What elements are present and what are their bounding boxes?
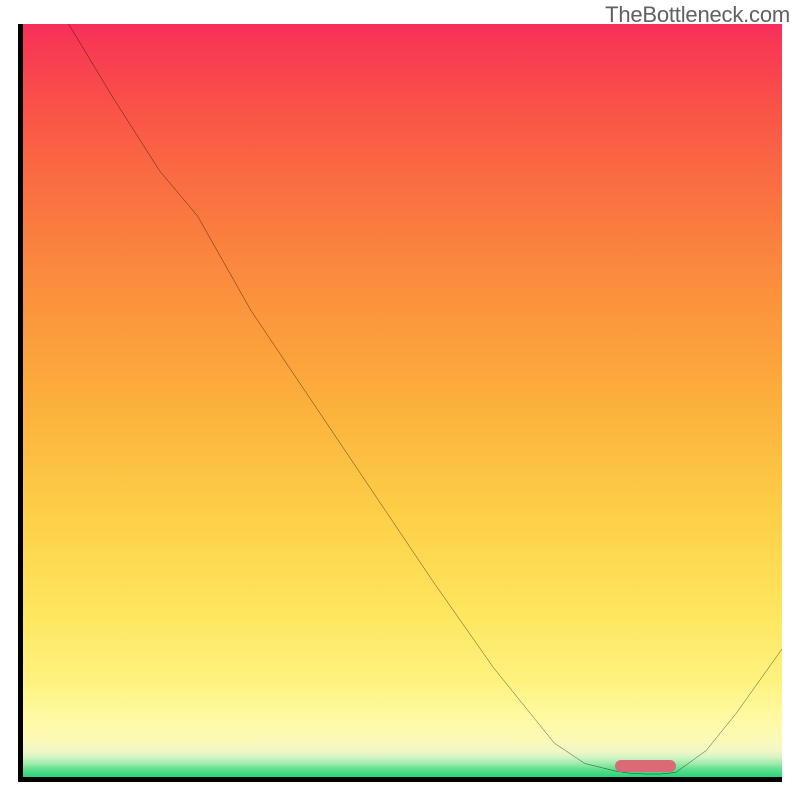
- watermark-text: TheBottleneck.com: [605, 2, 790, 28]
- plot-area: [23, 24, 782, 777]
- optimal-range-marker: [615, 760, 676, 772]
- curve-svg: [23, 24, 782, 777]
- chart-container: TheBottleneck.com: [0, 0, 800, 800]
- bottleneck-curve: [23, 24, 782, 774]
